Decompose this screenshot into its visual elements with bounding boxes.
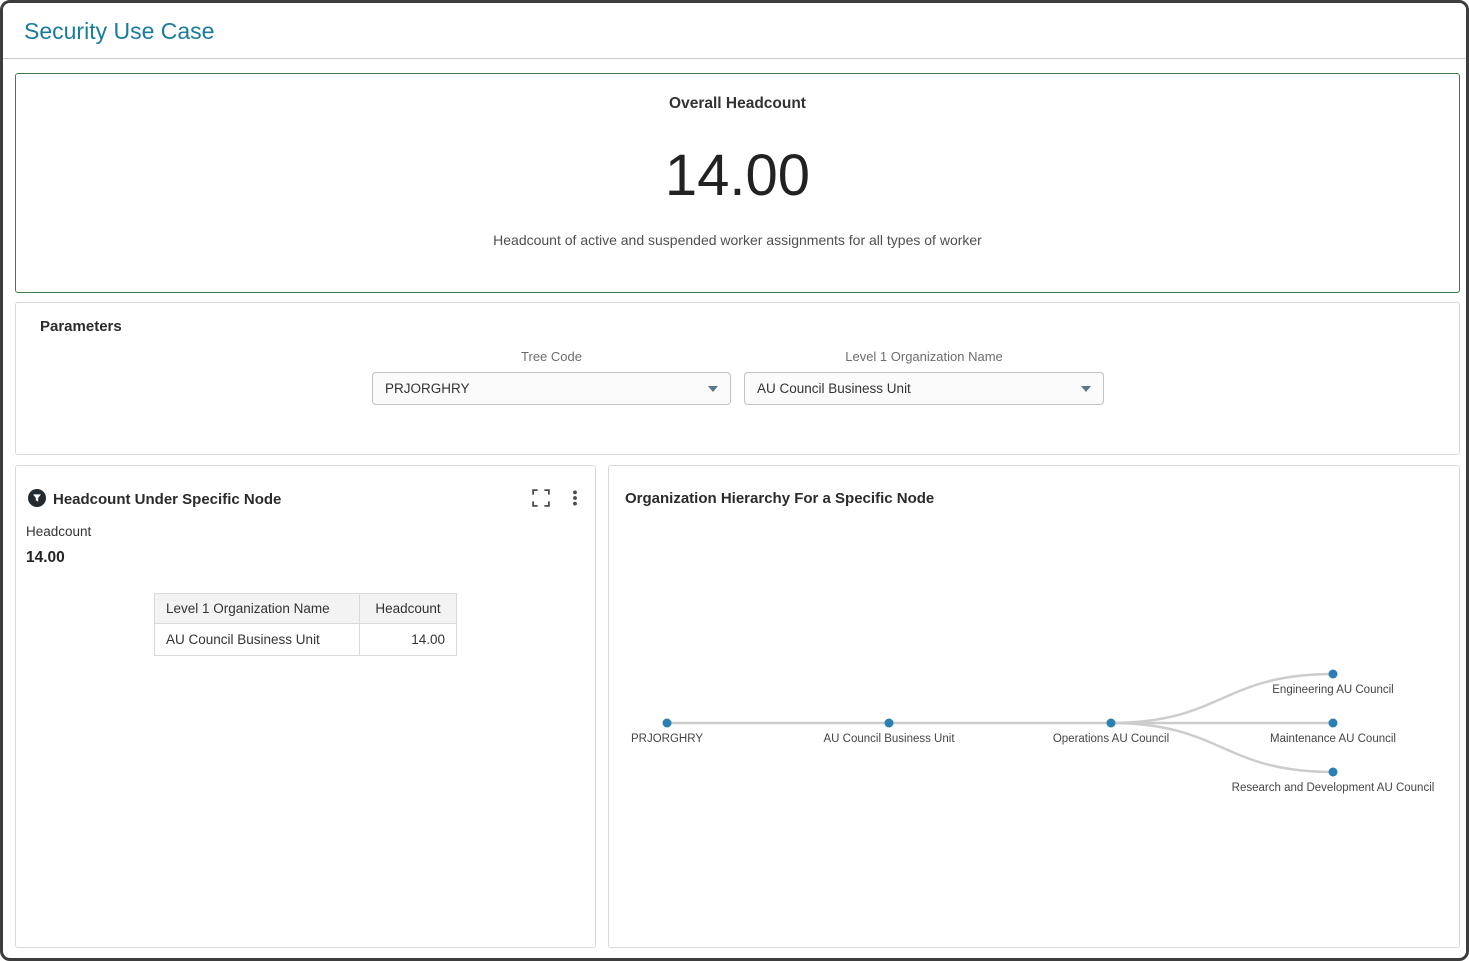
page-header: Security Use Case — [3, 3, 1466, 59]
overall-headcount-description: Headcount of active and suspended worker… — [16, 232, 1459, 248]
tree-code-value: PRJORGHRY — [385, 381, 470, 396]
table-row[interactable]: AU Council Business Unit 14.00 — [155, 624, 457, 656]
headcount-label: Headcount — [26, 524, 91, 539]
chevron-down-icon — [1081, 386, 1091, 392]
level1-org-value: AU Council Business Unit — [757, 381, 911, 396]
tree-code-dropdown[interactable]: PRJORGHRY — [372, 372, 731, 405]
chevron-down-icon — [708, 386, 718, 392]
tree-node-n5[interactable] — [1329, 768, 1338, 777]
overall-headcount-value: 14.00 — [16, 142, 1459, 209]
tree-edge — [1111, 723, 1333, 772]
level1-org-group: Level 1 Organization Name AU Council Bus… — [744, 349, 1104, 405]
dashboard-screen: Security Use Case Overall Headcount 14.0… — [0, 0, 1469, 961]
tree-node-label: Engineering AU Council — [1272, 684, 1393, 696]
overall-headcount-title: Overall Headcount — [16, 95, 1459, 113]
level1-org-label: Level 1 Organization Name — [744, 349, 1104, 364]
table-header-row: Level 1 Organization Name Headcount — [155, 594, 457, 624]
table-cell-org: AU Council Business Unit — [155, 624, 360, 656]
org-hierarchy-card: Organization Hierarchy For a Specific No… — [608, 465, 1460, 948]
headcount-value: 14.00 — [26, 549, 65, 567]
tree-edge — [1111, 674, 1333, 723]
level1-org-dropdown[interactable]: AU Council Business Unit — [744, 372, 1104, 405]
filter-funnel-icon — [28, 489, 46, 507]
tree-node-n2[interactable] — [1107, 719, 1116, 728]
table-header-org: Level 1 Organization Name — [155, 594, 360, 624]
tree-node-label: Maintenance AU Council — [1270, 733, 1396, 745]
tree-node-n1[interactable] — [885, 719, 894, 728]
tree-node-n3[interactable] — [1329, 670, 1338, 679]
org-hierarchy-chart[interactable]: PRJORGHRY AU Council Business Unit Operati… — [615, 516, 1455, 936]
tree-node-label: AU Council Business Unit — [823, 733, 955, 745]
tree-node-n4[interactable] — [1329, 719, 1338, 728]
table-header-headcount: Headcount — [360, 594, 457, 624]
org-hierarchy-title: Organization Hierarchy For a Specific No… — [625, 490, 934, 507]
parameters-card: Parameters Tree Code PRJORGHRY Level 1 O… — [15, 302, 1460, 455]
expand-icon[interactable] — [532, 489, 550, 507]
overall-headcount-card: Overall Headcount 14.00 Headcount of act… — [15, 73, 1460, 293]
table-cell-headcount: 14.00 — [360, 624, 457, 656]
page-title: Security Use Case — [24, 18, 214, 45]
parameters-title: Parameters — [40, 318, 122, 335]
tree-node-label: Research and Development AU Council — [1232, 782, 1435, 794]
headcount-node-title: Headcount Under Specific Node — [53, 491, 281, 508]
tree-code-label: Tree Code — [372, 349, 731, 364]
tree-node-n0[interactable] — [663, 719, 672, 728]
kebab-menu-icon[interactable] — [566, 489, 584, 507]
tree-node-label: PRJORGHRY — [631, 733, 703, 745]
headcount-node-card: Headcount Under Specific Node Headcount … — [15, 465, 596, 948]
headcount-table: Level 1 Organization Name Headcount AU C… — [154, 593, 457, 656]
tree-node-label: Operations AU Council — [1053, 733, 1169, 745]
tree-code-group: Tree Code PRJORGHRY — [372, 349, 731, 405]
